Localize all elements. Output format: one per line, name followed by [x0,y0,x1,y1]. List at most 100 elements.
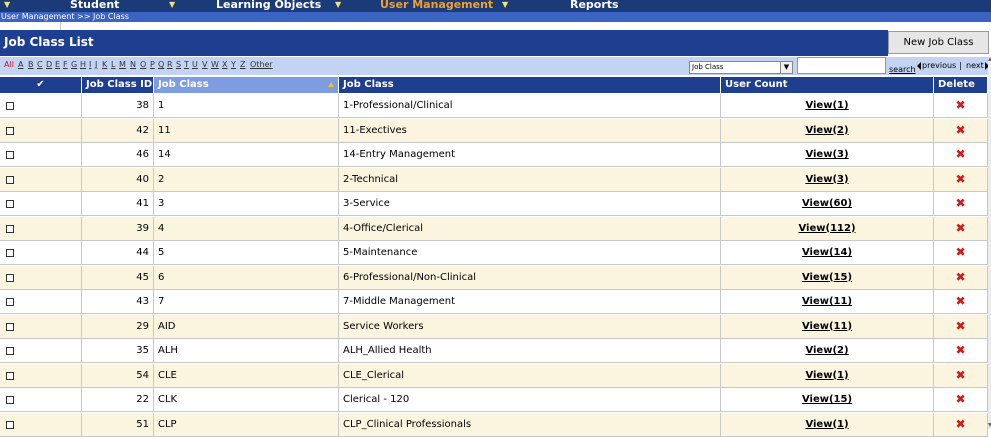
delete-icon[interactable]: ✖ [934,339,988,362]
job-class-code: CLK [154,388,339,411]
delete-icon[interactable]: ✖ [934,216,988,240]
view-users-link[interactable]: View(2) [721,118,934,142]
alpha-link-r[interactable]: R [167,60,173,69]
row-checkbox[interactable] [6,322,14,331]
breadcrumb: User Management >> Job Class [1,12,129,21]
alpha-link-d[interactable]: D [46,60,52,69]
alpha-link-f[interactable]: F [63,60,68,69]
view-users-link[interactable]: View(11) [721,290,934,313]
alpha-link-w[interactable]: W [211,60,219,69]
filter-field-select[interactable]: Job Class ▼ [689,61,793,74]
dropdown-arrow-icon[interactable]: ▼ [4,0,10,12]
nav-item-learning-objects[interactable]: Learning Objects [216,0,321,12]
select-all-header[interactable]: ✔ [0,77,82,93]
view-users-link[interactable]: View(1) [721,412,934,436]
dropdown-arrow-icon[interactable]: ▼ [502,0,508,12]
dropdown-arrow-icon[interactable]: ▼ [335,0,341,12]
alpha-link-v[interactable]: V [202,60,207,69]
nav-item-student[interactable]: Student [70,0,119,12]
nav-item-user-management[interactable]: User Management [380,0,493,12]
alpha-link-o[interactable]: O [140,60,146,69]
select-cell [0,339,82,362]
alpha-link-z[interactable]: Z [240,60,245,69]
table-row: 29 AID Service Workers View(11) ✖ [0,314,988,339]
chevron-down-icon[interactable]: ▼ [780,62,792,73]
alpha-link-s[interactable]: S [176,60,181,69]
delete-icon[interactable]: ✖ [934,290,988,313]
alpha-link-b[interactable]: B [28,60,34,69]
alpha-link-i[interactable]: I [89,60,91,69]
alpha-link-y[interactable]: Y [231,60,236,69]
row-checkbox[interactable] [6,396,14,404]
delete-icon[interactable]: ✖ [934,412,988,436]
alpha-link-l[interactable]: L [111,60,115,69]
row-checkbox[interactable] [6,420,14,429]
alpha-link-m[interactable]: M [119,60,126,69]
alpha-link-x[interactable]: X [222,60,227,69]
new-job-class-button[interactable]: New Job Class [888,31,989,54]
alpha-link-g[interactable]: G [71,60,77,69]
alpha-link-k[interactable]: K [102,60,107,69]
row-checkbox[interactable] [6,126,14,135]
alpha-link-u[interactable]: U [192,60,198,69]
view-users-link[interactable]: View(1) [721,363,934,387]
view-users-link[interactable]: View(1) [721,94,934,117]
job-class-name: CLE_Clerical [339,363,721,387]
row-checkbox[interactable] [6,273,14,282]
row-checkbox[interactable] [6,224,14,233]
header-job-class-code[interactable]: Job Class [154,77,339,93]
arrow-left-icon [917,61,921,70]
delete-icon[interactable]: ✖ [934,167,988,191]
row-checkbox[interactable] [6,249,14,257]
delete-icon[interactable]: ✖ [934,388,988,411]
delete-icon[interactable]: ✖ [934,314,988,338]
row-checkbox[interactable] [6,102,14,110]
select-cell [0,363,82,387]
view-users-link[interactable]: View(15) [721,265,934,289]
alpha-link-p[interactable]: P [150,60,155,69]
header-job-class-name[interactable]: Job Class [339,77,721,93]
view-users-link[interactable]: View(60) [721,192,934,215]
view-users-link[interactable]: View(3) [721,167,934,191]
view-users-link[interactable]: View(11) [721,314,934,338]
alpha-link-other[interactable]: Other [250,60,273,69]
row-checkbox[interactable] [6,371,14,380]
alpha-link-q[interactable]: Q [158,60,164,69]
alpha-link-all[interactable]: All [4,60,14,69]
delete-icon[interactable]: ✖ [934,265,988,289]
view-users-link[interactable]: View(2) [721,339,934,362]
view-users-link[interactable]: View(14) [721,241,934,264]
delete-icon[interactable]: ✖ [934,94,988,117]
delete-icon[interactable]: ✖ [934,118,988,142]
search-link[interactable]: search [889,65,916,74]
view-users-link[interactable]: View(15) [721,388,934,411]
delete-icon[interactable]: ✖ [934,363,988,387]
delete-icon[interactable]: ✖ [934,241,988,264]
alpha-link-j[interactable]: J [95,60,97,69]
view-users-link[interactable]: View(3) [721,143,934,166]
row-checkbox[interactable] [6,298,14,306]
header-delete: Delete [934,77,988,93]
next-link[interactable]: next [966,61,989,70]
header-user-count[interactable]: User Count [721,77,934,93]
row-checkbox[interactable] [6,151,14,159]
header-job-class-id[interactable]: Job Class ID [82,77,154,93]
delete-icon[interactable]: ✖ [934,192,988,215]
alpha-link-c[interactable]: C [37,60,43,69]
delete-icon[interactable]: ✖ [934,143,988,166]
view-users-link[interactable]: View(112) [721,216,934,240]
previous-link[interactable]: previous [917,61,956,70]
row-checkbox[interactable] [6,347,14,355]
select-cell [0,94,82,117]
top-nav: ▼ Student ▼ Learning Objects ▼ User Mana… [0,0,991,12]
alpha-link-h[interactable]: H [80,60,86,69]
dropdown-arrow-icon[interactable]: ▼ [169,0,175,12]
search-input[interactable] [797,57,886,74]
alpha-link-a[interactable]: A [18,60,23,69]
row-checkbox[interactable] [6,175,14,184]
alpha-link-e[interactable]: E [55,60,60,69]
row-checkbox[interactable] [6,200,14,208]
alpha-link-n[interactable]: N [130,60,136,69]
alpha-link-t[interactable]: T [184,60,189,69]
nav-item-reports[interactable]: Reports [570,0,619,12]
